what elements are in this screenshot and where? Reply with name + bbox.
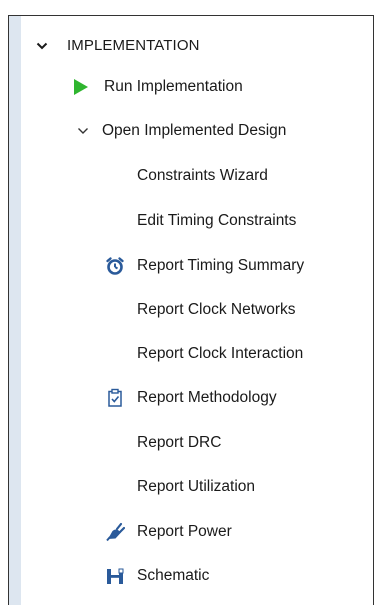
- clipboard-check-icon: [105, 388, 125, 408]
- report-timing-summary-item[interactable]: Report Timing Summary: [9, 254, 373, 278]
- play-icon: [71, 77, 91, 97]
- run-implementation-label: Run Implementation: [104, 78, 243, 95]
- power-plug-icon: [105, 522, 125, 542]
- report-timing-summary-label: Report Timing Summary: [137, 257, 305, 274]
- schematic-icon: [105, 566, 125, 586]
- section-label: IMPLEMENTATION: [67, 37, 200, 54]
- schematic-item[interactable]: Schematic: [9, 564, 373, 588]
- flow-navigator-panel: IMPLEMENTATION Run Implementation Open I…: [8, 15, 374, 605]
- flow-tree: IMPLEMENTATION Run Implementation Open I…: [9, 16, 373, 605]
- open-implemented-design-item[interactable]: Open Implemented Design: [9, 119, 373, 143]
- report-methodology-item[interactable]: Report Methodology: [9, 386, 373, 410]
- open-implemented-design-label: Open Implemented Design: [102, 122, 287, 139]
- run-implementation-item[interactable]: Run Implementation: [9, 75, 373, 99]
- schematic-label: Schematic: [137, 567, 210, 584]
- report-clock-networks-label: Report Clock Networks: [137, 301, 296, 318]
- report-clock-networks-item[interactable]: Report Clock Networks: [9, 298, 373, 322]
- report-clock-interaction-label: Report Clock Interaction: [137, 345, 304, 362]
- report-clock-interaction-item[interactable]: Report Clock Interaction: [9, 342, 373, 366]
- report-drc-item[interactable]: Report DRC: [9, 431, 373, 455]
- report-power-label: Report Power: [137, 523, 232, 540]
- report-utilization-label: Report Utilization: [137, 478, 256, 495]
- constraints-wizard-item[interactable]: Constraints Wizard: [9, 164, 373, 188]
- edit-timing-constraints-item[interactable]: Edit Timing Constraints: [9, 209, 373, 233]
- report-power-item[interactable]: Report Power: [9, 520, 373, 544]
- report-methodology-label: Report Methodology: [137, 389, 277, 406]
- report-utilization-item[interactable]: Report Utilization: [9, 475, 373, 499]
- chevron-down-icon[interactable]: [76, 124, 90, 138]
- edit-timing-constraints-label: Edit Timing Constraints: [137, 212, 297, 229]
- alarm-clock-icon: [105, 256, 125, 276]
- constraints-wizard-label: Constraints Wizard: [137, 167, 268, 184]
- chevron-down-icon[interactable]: [35, 39, 49, 53]
- section-implementation[interactable]: IMPLEMENTATION: [9, 34, 373, 58]
- report-drc-label: Report DRC: [137, 434, 222, 451]
